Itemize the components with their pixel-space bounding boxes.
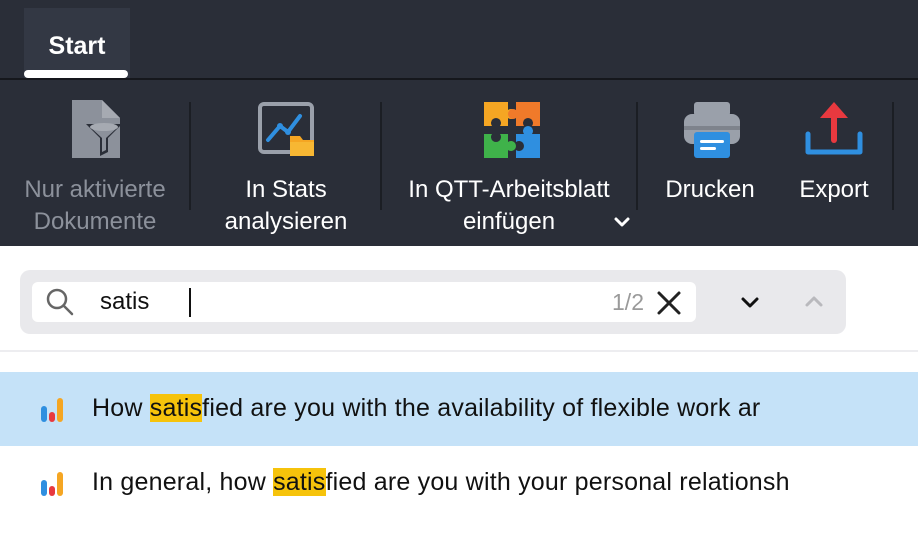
- search-divider: [0, 350, 918, 352]
- insert-into-qtt-worksheet-button[interactable]: In QTT-Arbeitsblatt einfügen: [382, 80, 636, 246]
- filter-document-icon: [72, 100, 122, 158]
- search-field-container[interactable]: 1/2: [32, 282, 696, 322]
- result-text: In general, how satisfied are you with y…: [92, 468, 790, 496]
- chevron-up-icon[interactable]: [802, 290, 826, 314]
- export-label: Export: [799, 176, 869, 203]
- ribbon-toolbar: Nur aktivierte Dokumente In Stats analysie…: [0, 80, 918, 246]
- search-match-highlight: satis: [273, 468, 326, 496]
- result-item[interactable]: In general, how satisfied are you with y…: [0, 446, 918, 520]
- ribbon-separator: [892, 102, 894, 210]
- insert-into-qtt-worksheet-label: In QTT-Arbeitsblatt einfügen: [408, 176, 610, 235]
- tab-active-indicator: [24, 70, 128, 78]
- tab-start[interactable]: Start: [24, 8, 130, 78]
- bar-chart-icon: [41, 398, 63, 422]
- export-icon: [805, 102, 863, 155]
- search-bar: 1/2: [20, 270, 846, 334]
- close-icon[interactable]: [656, 290, 682, 316]
- only-activated-documents-label: Nur aktivierte Dokumente: [24, 176, 166, 235]
- only-activated-documents-button[interactable]: Nur aktivierte Dokumente: [0, 80, 190, 246]
- printer-icon: [684, 102, 740, 158]
- result-text: How satisfied are you with the availabil…: [92, 394, 761, 422]
- print-button[interactable]: Drucken: [640, 80, 780, 246]
- chevron-down-icon[interactable]: [738, 290, 762, 314]
- result-item-selected[interactable]: How satisfied are you with the availabil…: [0, 372, 918, 446]
- ribbon-separator: [636, 102, 638, 210]
- export-button[interactable]: Export: [778, 80, 890, 246]
- search-match-highlight: satis: [149, 394, 203, 422]
- match-count: 1/2: [612, 289, 644, 315]
- text-cursor: [189, 288, 191, 317]
- bar-chart-icon: [41, 472, 63, 496]
- search-icon: [46, 288, 74, 316]
- analyze-in-stats-button[interactable]: In Stats analysieren: [190, 80, 382, 246]
- tab-bar: Start: [0, 0, 918, 80]
- analyze-in-stats-label: In Stats analysieren: [224, 176, 348, 235]
- search-input[interactable]: [100, 282, 560, 322]
- puzzle-icon: [484, 102, 540, 158]
- stats-chart-folder-icon: [258, 102, 314, 156]
- chevron-down-icon[interactable]: [612, 212, 632, 232]
- tab-start-label: Start: [48, 32, 106, 60]
- print-label: Drucken: [665, 176, 755, 203]
